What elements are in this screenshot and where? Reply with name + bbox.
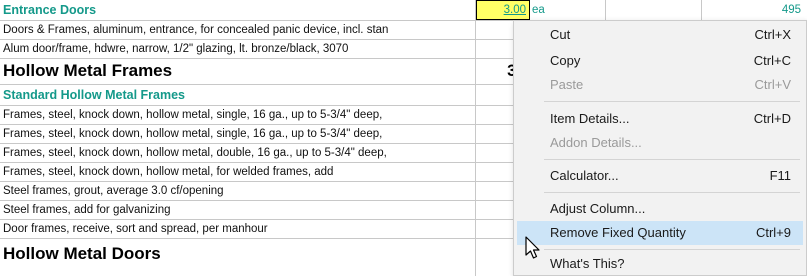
menu-item-addon-details[interactable]: Addon Details... <box>517 131 803 155</box>
menu-item-label: Addon Details... <box>550 135 642 150</box>
cost-cell[interactable]: 495 <box>702 0 807 20</box>
row-description[interactable]: Frames, steel, knock down, hollow metal,… <box>0 144 476 162</box>
row-description[interactable]: Entrance Doors <box>0 0 476 20</box>
menu-item-shortcut: Ctrl+9 <box>755 225 791 240</box>
menu-separator <box>544 101 800 102</box>
menu-item-label: Calculator... <box>550 168 619 183</box>
menu-item-paste[interactable]: Paste Ctrl+V <box>517 73 803 97</box>
menu-item-label: Cut <box>550 27 571 42</box>
menu-item-shortcut: Ctrl+V <box>754 77 791 92</box>
menu-item-label: What's This? <box>550 256 625 271</box>
section-heading[interactable]: Hollow Metal Doors <box>0 239 476 276</box>
row-description[interactable]: Frames, steel, knock down, hollow metal,… <box>0 106 476 124</box>
row-description[interactable]: Door frames, receive, sort and spread, p… <box>0 220 476 238</box>
row-description[interactable]: Alum door/frame, hdwre, narrow, 1/2" gla… <box>0 40 476 58</box>
menu-item-remove-fixed-quantity[interactable]: Remove Fixed Quantity Ctrl+9 <box>517 221 803 245</box>
menu-item-shortcut: Ctrl+C <box>753 53 791 68</box>
arrow-pointer-icon <box>525 236 540 259</box>
menu-item-label: Paste <box>550 77 584 92</box>
menu-item-label: Adjust Column... <box>550 201 646 216</box>
table-row[interactable]: Entrance Doors 3.00 ea 495 <box>0 0 807 21</box>
row-description[interactable]: Steel frames, grout, average 3.0 cf/open… <box>0 182 476 200</box>
menu-item-adjust-column[interactable]: Adjust Column... <box>517 197 803 221</box>
row-description[interactable]: Standard Hollow Metal Frames <box>0 85 476 105</box>
empty-cell[interactable] <box>606 0 702 20</box>
unit-cell[interactable]: ea <box>530 0 606 20</box>
menu-separator <box>544 159 800 160</box>
menu-item-shortcut: Ctrl+D <box>753 111 791 126</box>
row-description[interactable]: Frames, steel, knock down, hollow metal,… <box>0 163 476 181</box>
menu-separator <box>544 192 800 193</box>
menu-separator <box>544 249 800 250</box>
context-menu: Cut Ctrl+X Copy Ctrl+C Paste Ctrl+V Item… <box>513 20 807 276</box>
menu-item-cut[interactable]: Cut Ctrl+X <box>517 23 803 47</box>
menu-item-label: Remove Fixed Quantity <box>550 225 686 240</box>
menu-item-calculator[interactable]: Calculator... F11 <box>517 164 803 188</box>
menu-item-whats-this[interactable]: What's This? <box>517 252 803 276</box>
menu-item-shortcut: F11 <box>769 168 791 183</box>
row-description[interactable]: Doors & Frames, aluminum, entrance, for … <box>0 21 476 39</box>
row-description[interactable]: Frames, steel, knock down, hollow metal,… <box>0 125 476 143</box>
menu-item-label: Copy <box>550 53 581 68</box>
row-description[interactable]: Steel frames, add for galvanizing <box>0 201 476 219</box>
quantity-cell-selected[interactable]: 3.00 <box>476 0 530 20</box>
menu-item-label: Item Details... <box>550 111 630 126</box>
menu-item-copy[interactable]: Copy Ctrl+C <box>517 49 803 73</box>
menu-item-item-details[interactable]: Item Details... Ctrl+D <box>517 107 803 131</box>
section-heading[interactable]: Hollow Metal Frames <box>0 59 476 84</box>
menu-item-shortcut: Ctrl+X <box>754 27 791 42</box>
